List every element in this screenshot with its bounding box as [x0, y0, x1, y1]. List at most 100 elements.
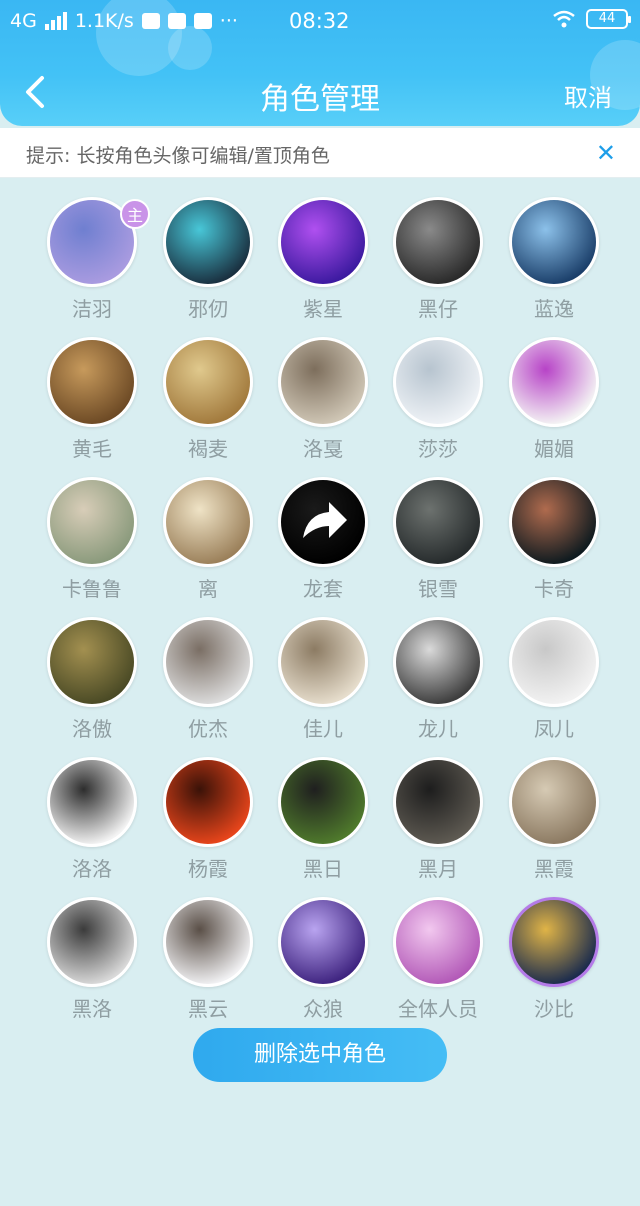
- role-avatar[interactable]: [47, 477, 137, 567]
- delete-selected-button[interactable]: 删除选中角色: [193, 1028, 447, 1082]
- role-name: 黑月: [418, 857, 458, 881]
- role-name: 洛傲: [72, 717, 112, 741]
- share-arrow-icon: [303, 502, 347, 538]
- role-item[interactable]: 黑洛: [34, 897, 150, 1027]
- clock: 08:32: [289, 9, 350, 33]
- role-name: 蓝逸: [534, 297, 574, 321]
- tip-text: 提示: 长按角色头像可编辑/置顶角色: [26, 145, 330, 167]
- owner-badge: 主: [120, 199, 150, 229]
- signal-icon: [44, 12, 67, 30]
- close-tip-icon[interactable]: ✕: [596, 139, 616, 167]
- role-item[interactable]: 离: [150, 477, 266, 607]
- role-item[interactable]: 洛傲: [34, 617, 150, 747]
- role-item[interactable]: 众狼: [265, 897, 381, 1027]
- role-item[interactable]: 蓝逸: [496, 197, 612, 327]
- role-item[interactable]: 洛戛: [265, 337, 381, 467]
- role-name: 黑霞: [534, 857, 574, 881]
- role-item[interactable]: 褐麦: [150, 337, 266, 467]
- role-item[interactable]: 全体人员: [380, 897, 496, 1027]
- role-item[interactable]: 优杰: [150, 617, 266, 747]
- role-avatar[interactable]: [393, 197, 483, 287]
- role-name: 众狼: [303, 997, 343, 1021]
- role-avatar[interactable]: [163, 617, 253, 707]
- role-name: 黑云: [188, 997, 228, 1021]
- role-avatar[interactable]: [278, 197, 368, 287]
- status-bar: 4G 1.1K/s ··· 08:32 44: [0, 0, 640, 44]
- sim-icon: [193, 13, 212, 29]
- role-avatar[interactable]: [509, 897, 599, 987]
- role-name: 洛洛: [72, 857, 112, 881]
- role-avatar[interactable]: [47, 897, 137, 987]
- role-item[interactable]: 媚媚: [496, 337, 612, 467]
- role-avatar[interactable]: [47, 757, 137, 847]
- role-avatar[interactable]: [509, 197, 599, 287]
- role-avatar[interactable]: [278, 617, 368, 707]
- role-avatar[interactable]: [393, 337, 483, 427]
- role-avatar[interactable]: [509, 337, 599, 427]
- role-name: 离: [198, 577, 218, 601]
- role-item[interactable]: 黄毛: [34, 337, 150, 467]
- role-avatar[interactable]: [163, 337, 253, 427]
- role-name: 洁羽: [72, 297, 112, 321]
- role-item[interactable]: 洛洛: [34, 757, 150, 887]
- role-avatar[interactable]: [509, 757, 599, 847]
- role-item[interactable]: 黑月: [380, 757, 496, 887]
- role-name: 黄毛: [72, 437, 112, 461]
- role-avatar[interactable]: [509, 477, 599, 567]
- role-name: 洛戛: [303, 437, 343, 461]
- cancel-button[interactable]: 取消: [564, 78, 612, 113]
- role-name: 邪仞: [188, 297, 228, 321]
- role-avatar[interactable]: [509, 617, 599, 707]
- role-avatar[interactable]: [393, 897, 483, 987]
- role-avatar[interactable]: [393, 617, 483, 707]
- role-item[interactable]: 卡鲁鲁: [34, 477, 150, 607]
- role-item[interactable]: 黑日: [265, 757, 381, 887]
- role-avatar[interactable]: [393, 477, 483, 567]
- role-name: 龙套: [303, 577, 343, 601]
- role-item[interactable]: 黑霞: [496, 757, 612, 887]
- role-item[interactable]: 杨霞: [150, 757, 266, 887]
- role-item[interactable]: 凤儿: [496, 617, 612, 747]
- message-icon: [167, 13, 186, 29]
- wifi-icon: [553, 10, 575, 28]
- role-avatar[interactable]: [163, 477, 253, 567]
- role-name: 优杰: [188, 717, 228, 741]
- role-name: 黑仔: [418, 297, 458, 321]
- role-name: 莎莎: [418, 437, 458, 461]
- role-name: 龙儿: [418, 717, 458, 741]
- role-item[interactable]: 银雪: [380, 477, 496, 607]
- network-speed: 1.1K/s: [74, 10, 134, 32]
- role-avatar[interactable]: [278, 897, 368, 987]
- header-bar: 4G 1.1K/s ··· 08:32 44 角色管理 取消: [0, 0, 640, 126]
- role-item[interactable]: 主洁羽: [34, 197, 150, 327]
- role-avatar[interactable]: [47, 617, 137, 707]
- role-avatar[interactable]: [278, 757, 368, 847]
- role-avatar[interactable]: [278, 477, 368, 567]
- role-name: 全体人员: [398, 997, 478, 1021]
- role-item[interactable]: 龙儿: [380, 617, 496, 747]
- role-name: 褐麦: [188, 437, 228, 461]
- role-item[interactable]: 紫星: [265, 197, 381, 327]
- role-item[interactable]: 邪仞: [150, 197, 266, 327]
- role-avatar[interactable]: [393, 757, 483, 847]
- role-item[interactable]: 黑仔: [380, 197, 496, 327]
- page-title: 角色管理: [260, 82, 380, 117]
- battery-icon: 44: [586, 9, 631, 29]
- role-avatar[interactable]: [163, 197, 253, 287]
- role-item[interactable]: 沙比: [496, 897, 612, 1027]
- role-avatar[interactable]: [278, 337, 368, 427]
- role-avatar[interactable]: [47, 337, 137, 427]
- role-item[interactable]: 卡奇: [496, 477, 612, 607]
- role-name: 凤儿: [534, 717, 574, 741]
- role-name: 杨霞: [188, 857, 228, 881]
- role-item[interactable]: 黑云: [150, 897, 266, 1027]
- role-item[interactable]: 莎莎: [380, 337, 496, 467]
- role-name: 紫星: [303, 297, 343, 321]
- role-item[interactable]: 佳儿: [265, 617, 381, 747]
- network-type: 4G: [10, 10, 37, 32]
- role-avatar[interactable]: [163, 757, 253, 847]
- tip-bar: 提示: 长按角色头像可编辑/置顶角色 ✕: [0, 128, 640, 178]
- role-item[interactable]: 龙套: [265, 477, 381, 607]
- role-name: 黑日: [303, 857, 343, 881]
- role-avatar[interactable]: [163, 897, 253, 987]
